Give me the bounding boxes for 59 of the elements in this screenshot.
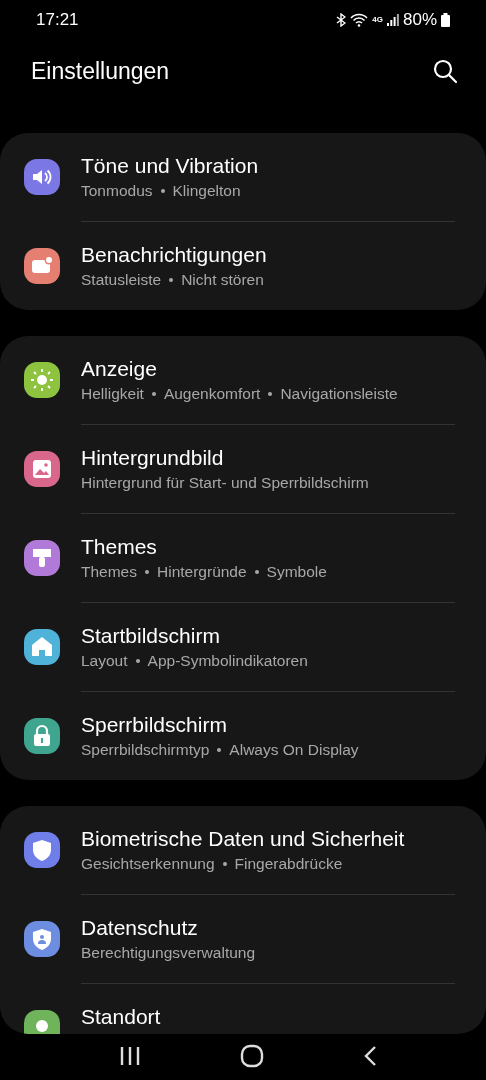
settings-item[interactable]: Standort [0,984,486,1034]
page-title: Einstellungen [31,57,170,85]
item-subtitle: Nicht stören [181,270,264,289]
separator-dot [169,277,174,282]
item-title: Standort [81,1003,161,1030]
separator-dot [222,861,227,866]
settings-item[interactable]: Datenschutz Berechtigungsverwaltung [0,895,486,983]
item-subtitle: Symbole [266,562,327,581]
item-subtitle: Tonmodus [81,181,153,200]
separator-dot [160,188,165,193]
bluetooth-icon [336,13,347,27]
separator-dot [254,569,259,574]
settings-item[interactable]: Themes Themes Hintergründe Symbole [0,514,486,602]
item-subtitle: Always On Display [229,740,359,759]
signal-icon [386,14,399,26]
wifi-icon [350,13,369,27]
recent-apps-icon[interactable] [119,1046,142,1066]
item-title: Sperrbildschirm [81,711,228,738]
item-title: Hintergrundbild [81,444,225,471]
item-subtitle: Navigationsleiste [280,384,398,403]
item-title: Töne und Vibration [81,152,259,179]
item-subtitle: Hintergrund für Start- und Sperrbildschirm [81,473,369,492]
separator-dot [145,569,149,574]
settings-item[interactable]: Sperrbildschirm Sperrbildschirmtyp Always On Display [0,692,486,780]
settings-item[interactable]: Hintergrundbild Hintergrund für Start- und Sperrbildschirm [0,425,486,513]
item-subtitle: Berechtigungsverwaltung [81,943,256,962]
home-icon[interactable] [240,1044,264,1068]
item-title: Biometrische Daten und Sicherheit [81,825,405,852]
battery-icon [441,13,450,27]
search-icon[interactable] [432,58,458,84]
settings-item[interactable]: Startbildschirm Layout App-Symbolindikatoren [0,603,486,691]
separator-dot [268,391,273,396]
item-subtitle: Klingelton [172,181,241,200]
back-icon[interactable] [362,1045,377,1067]
separator-dot [217,747,222,752]
item-title: Themes [81,533,158,560]
separator-dot [135,658,140,663]
item-subtitle: Themes [81,562,137,581]
item-subtitle: Helligkeit [81,384,144,403]
item-title: Startbildschirm [81,622,221,649]
settings-item[interactable]: Anzeige Helligkeit Augenkomfort Navigationsleiste [0,336,486,424]
item-subtitle: Augenkomfort [163,384,261,403]
item-subtitle: Statusleiste [81,270,162,289]
item-title: Datenschutz [81,914,199,941]
item-subtitle: Hintergründe [157,562,247,581]
item-title: Anzeige [81,355,158,382]
settings-item[interactable]: Töne und Vibration Tonmodus Klingelton [0,133,486,221]
clock: 17:21 [36,10,79,30]
item-subtitle: Fingerabdrücke [234,854,343,873]
item-subtitle: Sperrbildschirmtyp [81,740,210,759]
item-subtitle: App-Symbolindikatoren [147,651,308,670]
item-title: Benachrichtigungen [81,241,267,268]
item-subtitle: Gesichtserkennung [81,854,215,873]
settings-item[interactable]: Biometrische Daten und Sicherheit Gesichtserkennung Fingerabdrücke [0,806,486,894]
settings-item[interactable]: Benachrichtigungen Statusleiste Nicht stören [0,222,486,310]
separator-dot [151,391,156,396]
network-type: 4G [372,16,383,24]
battery-percent: 80% [402,10,437,30]
item-subtitle: Layout [81,651,128,670]
